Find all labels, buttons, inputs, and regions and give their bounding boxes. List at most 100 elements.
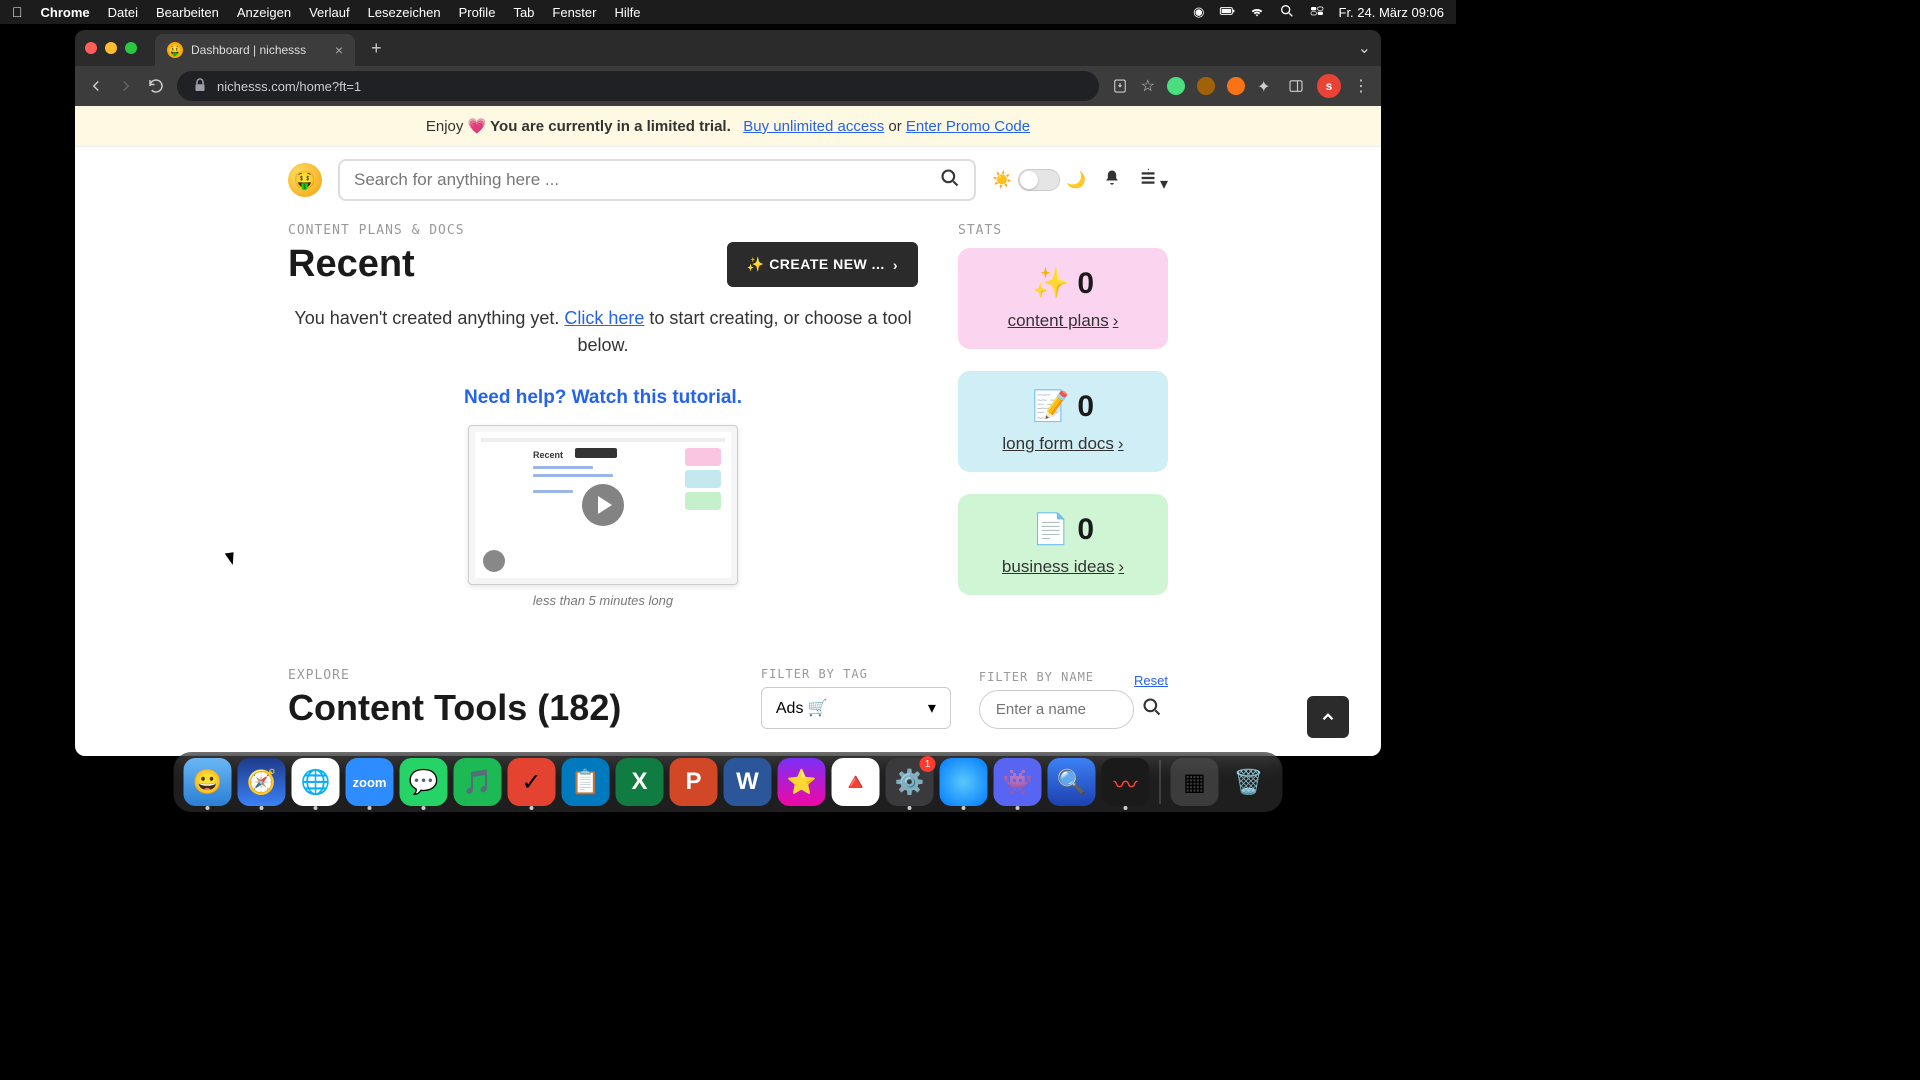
dock-launchpad[interactable]: ▦ [1171, 758, 1219, 806]
click-here-link[interactable]: Click here [564, 308, 644, 328]
menu-tab[interactable]: Tab [513, 5, 534, 20]
menu-lesezeichen[interactable]: Lesezeichen [368, 5, 441, 20]
dock-badge: 1 [920, 756, 936, 772]
stat-label: business ideas [1002, 557, 1114, 577]
back-button[interactable] [87, 77, 105, 95]
search-icon[interactable] [940, 168, 960, 193]
stat-value: 0 [1077, 390, 1094, 424]
menubar-datetime[interactable]: Fr. 24. März 09:06 [1339, 5, 1445, 20]
stat-content-plans[interactable]: ✨ 0 content plans › [958, 248, 1168, 349]
tag-value: Ads 🛒 [776, 698, 828, 718]
tutorial-link[interactable]: Need help? Watch this tutorial. [288, 387, 918, 409]
spotlight-icon[interactable] [1279, 3, 1295, 22]
banner-mid: or [884, 118, 906, 135]
chevron-right-icon: › [1118, 434, 1124, 454]
buy-access-link[interactable]: Buy unlimited access [743, 118, 884, 135]
dock-excel[interactable]: X [616, 758, 664, 806]
bookmark-star-icon[interactable]: ☆ [1141, 76, 1155, 96]
lock-icon [191, 76, 209, 97]
search-input[interactable] [354, 170, 940, 190]
apple-menu-icon[interactable]:  [12, 4, 23, 20]
dock-powerpoint[interactable]: P [670, 758, 718, 806]
profile-avatar[interactable]: s [1317, 74, 1341, 98]
menu-profile[interactable]: Profile [459, 5, 496, 20]
stat-value: 0 [1077, 267, 1094, 301]
menu-bearbeiten[interactable]: Bearbeiten [156, 5, 219, 20]
tab-dropdown-icon[interactable]: ⌄ [1358, 38, 1371, 58]
menu-verlauf[interactable]: Verlauf [309, 5, 349, 20]
dock-word[interactable]: W [724, 758, 772, 806]
dock-app[interactable] [940, 758, 988, 806]
wifi-icon[interactable] [1249, 3, 1265, 22]
dock-drive[interactable]: 🔺 [832, 758, 880, 806]
dock-spotify[interactable]: 🎵 [454, 758, 502, 806]
explore-eyebrow: EXPLORE [288, 668, 733, 683]
promo-code-link[interactable]: Enter Promo Code [906, 118, 1030, 135]
extension-icon[interactable] [1227, 77, 1245, 95]
name-filter-input[interactable] [979, 690, 1134, 729]
hamburger-menu-icon[interactable]: ▾ [1138, 167, 1168, 194]
chevron-right-icon: › [893, 257, 898, 273]
stat-business-ideas[interactable]: 📄 0 business ideas › [958, 494, 1168, 595]
app-logo[interactable]: 🤑 [288, 163, 322, 197]
banner-bold: You are currently in a limited trial. [486, 118, 731, 135]
banner-emoji: 💗 [468, 118, 487, 135]
tab-close-icon[interactable]: × [335, 42, 343, 58]
search-box[interactable] [338, 159, 976, 201]
menu-fenster[interactable]: Fenster [552, 5, 596, 20]
menu-datei[interactable]: Datei [108, 5, 138, 20]
create-new-button[interactable]: ✨ CREATE NEW ... › [727, 242, 918, 287]
chrome-window: 🤑 Dashboard | nichesss × + ⌄ nichesss.co… [75, 30, 1381, 756]
menu-hilfe[interactable]: Hilfe [614, 5, 640, 20]
dock-zoom[interactable]: zoom [346, 758, 394, 806]
scroll-to-top-button[interactable] [1307, 696, 1349, 738]
dock-trash[interactable]: 🗑️ [1225, 758, 1273, 806]
memo-icon: 📝 [1032, 389, 1069, 424]
battery-icon[interactable] [1219, 3, 1235, 22]
menu-anzeigen[interactable]: Anzeigen [237, 5, 291, 20]
browser-tab[interactable]: 🤑 Dashboard | nichesss × [155, 34, 355, 66]
search-icon[interactable] [1142, 697, 1162, 722]
forward-button[interactable] [117, 77, 135, 95]
dock-settings[interactable]: ⚙️1 [886, 758, 934, 806]
page-content: Enjoy 💗 You are currently in a limited t… [75, 106, 1381, 756]
chevron-right-icon: › [1113, 311, 1119, 331]
extension-icon[interactable] [1167, 77, 1185, 95]
new-tab-button[interactable]: + [363, 38, 390, 59]
dock-imovie[interactable]: ⭐ [778, 758, 826, 806]
window-controls [85, 42, 137, 54]
dock-trello[interactable]: 📋 [562, 758, 610, 806]
dock-voice-memos[interactable]: 〰 [1102, 758, 1150, 806]
main-column: CONTENT PLANS & DOCS Recent ✨ CREATE NEW… [288, 223, 918, 617]
dark-mode-toggle[interactable] [1018, 169, 1060, 191]
stat-long-form-docs[interactable]: 📝 0 long form docs › [958, 371, 1168, 472]
url-input[interactable]: nichesss.com/home?ft=1 [177, 71, 1099, 101]
dock-whatsapp[interactable]: 💬 [400, 758, 448, 806]
screen-record-icon[interactable]: ◉ [1193, 4, 1204, 20]
dock-chrome[interactable]: 🌐 [292, 758, 340, 806]
notifications-icon[interactable] [1102, 168, 1122, 193]
tutorial-video-thumbnail[interactable]: Recent [468, 425, 738, 585]
extension-icon[interactable] [1197, 77, 1215, 95]
reset-link[interactable]: Reset [1134, 673, 1168, 688]
install-app-icon[interactable] [1111, 77, 1129, 95]
dock-app2[interactable]: 🔍 [1048, 758, 1096, 806]
filter-by-name: FILTER BY NAME Reset [979, 670, 1168, 729]
extensions-menu-icon[interactable]: ✦ [1257, 77, 1275, 95]
tag-select[interactable]: Ads 🛒 ▾ [761, 687, 951, 729]
dock-finder[interactable]: 😀 [184, 758, 232, 806]
dock-todoist[interactable]: ✓ [508, 758, 556, 806]
trial-banner: Enjoy 💗 You are currently in a limited t… [75, 106, 1381, 147]
dock-discord[interactable]: 👾 [994, 758, 1042, 806]
control-center-icon[interactable] [1309, 3, 1325, 22]
chrome-menu-icon[interactable]: ⋮ [1353, 76, 1369, 96]
window-maximize[interactable] [125, 42, 137, 54]
window-minimize[interactable] [105, 42, 117, 54]
app-menu[interactable]: Chrome [41, 5, 90, 20]
dock-safari[interactable]: 🧭 [238, 758, 286, 806]
reload-button[interactable] [147, 77, 165, 95]
filter-name-label: FILTER BY NAME [979, 670, 1094, 684]
filter-by-tag: FILTER BY TAG Ads 🛒 ▾ [761, 667, 951, 729]
window-close[interactable] [85, 42, 97, 54]
side-panel-icon[interactable] [1287, 77, 1305, 95]
